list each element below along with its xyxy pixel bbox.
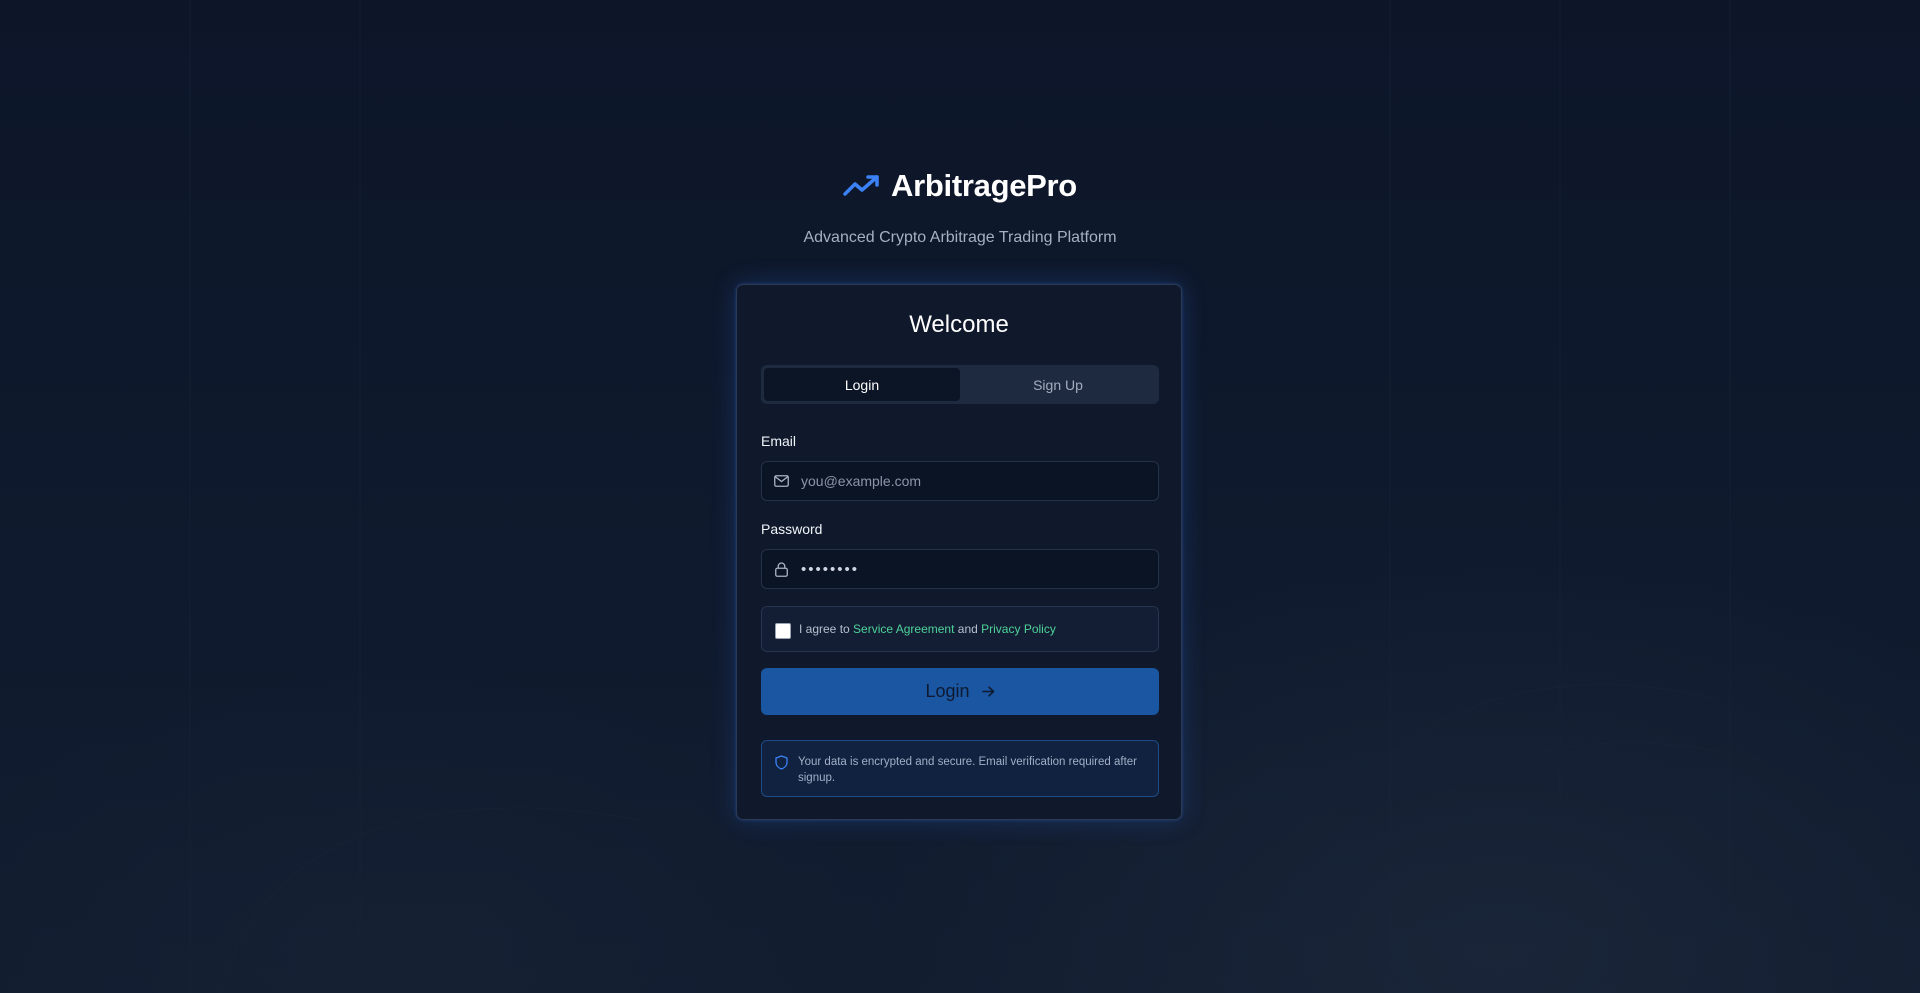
shield-icon	[775, 755, 789, 770]
trending-up-icon	[843, 174, 881, 198]
card-title: Welcome	[909, 311, 1009, 338]
login-button[interactable]: Login	[761, 668, 1159, 715]
agreement-prefix: I agree to	[799, 622, 854, 636]
auth-tabs: Login Sign Up	[761, 365, 1159, 404]
email-field-wrapper	[761, 461, 1159, 501]
tagline: Advanced Crypto Arbitrage Trading Platfo…	[803, 229, 1117, 246]
email-input[interactable]	[801, 473, 1158, 489]
password-input[interactable]	[801, 560, 1158, 578]
tab-login[interactable]: Login	[764, 368, 960, 401]
login-button-label: Login	[925, 681, 970, 701]
brand-name: ArbitragePro	[891, 168, 1077, 203]
agreement-box: I agree to Service Agreement and Privacy…	[761, 606, 1159, 652]
agreement-middle: and	[954, 622, 982, 636]
brand-header: ArbitragePro	[0, 168, 1920, 204]
auth-card: Welcome Login Sign Up Email Password I a…	[736, 284, 1182, 820]
privacy-policy-link[interactable]: Privacy Policy	[981, 622, 1056, 636]
service-agreement-link[interactable]: Service Agreement	[853, 622, 954, 636]
security-notice: Your data is encrypted and secure. Email…	[761, 740, 1159, 797]
lock-icon	[773, 561, 789, 577]
agree-checkbox[interactable]	[775, 622, 791, 639]
security-notice-text: Your data is encrypted and secure. Email…	[798, 756, 1138, 784]
mail-icon	[773, 473, 789, 489]
arrow-right-icon	[981, 686, 995, 697]
tab-sign-up[interactable]: Sign Up	[960, 368, 1156, 401]
password-field-wrapper	[761, 549, 1159, 589]
email-label: Email	[761, 433, 797, 449]
password-label: Password	[761, 521, 823, 537]
agreement-text: I agree to Service Agreement and Privacy…	[799, 622, 1056, 636]
